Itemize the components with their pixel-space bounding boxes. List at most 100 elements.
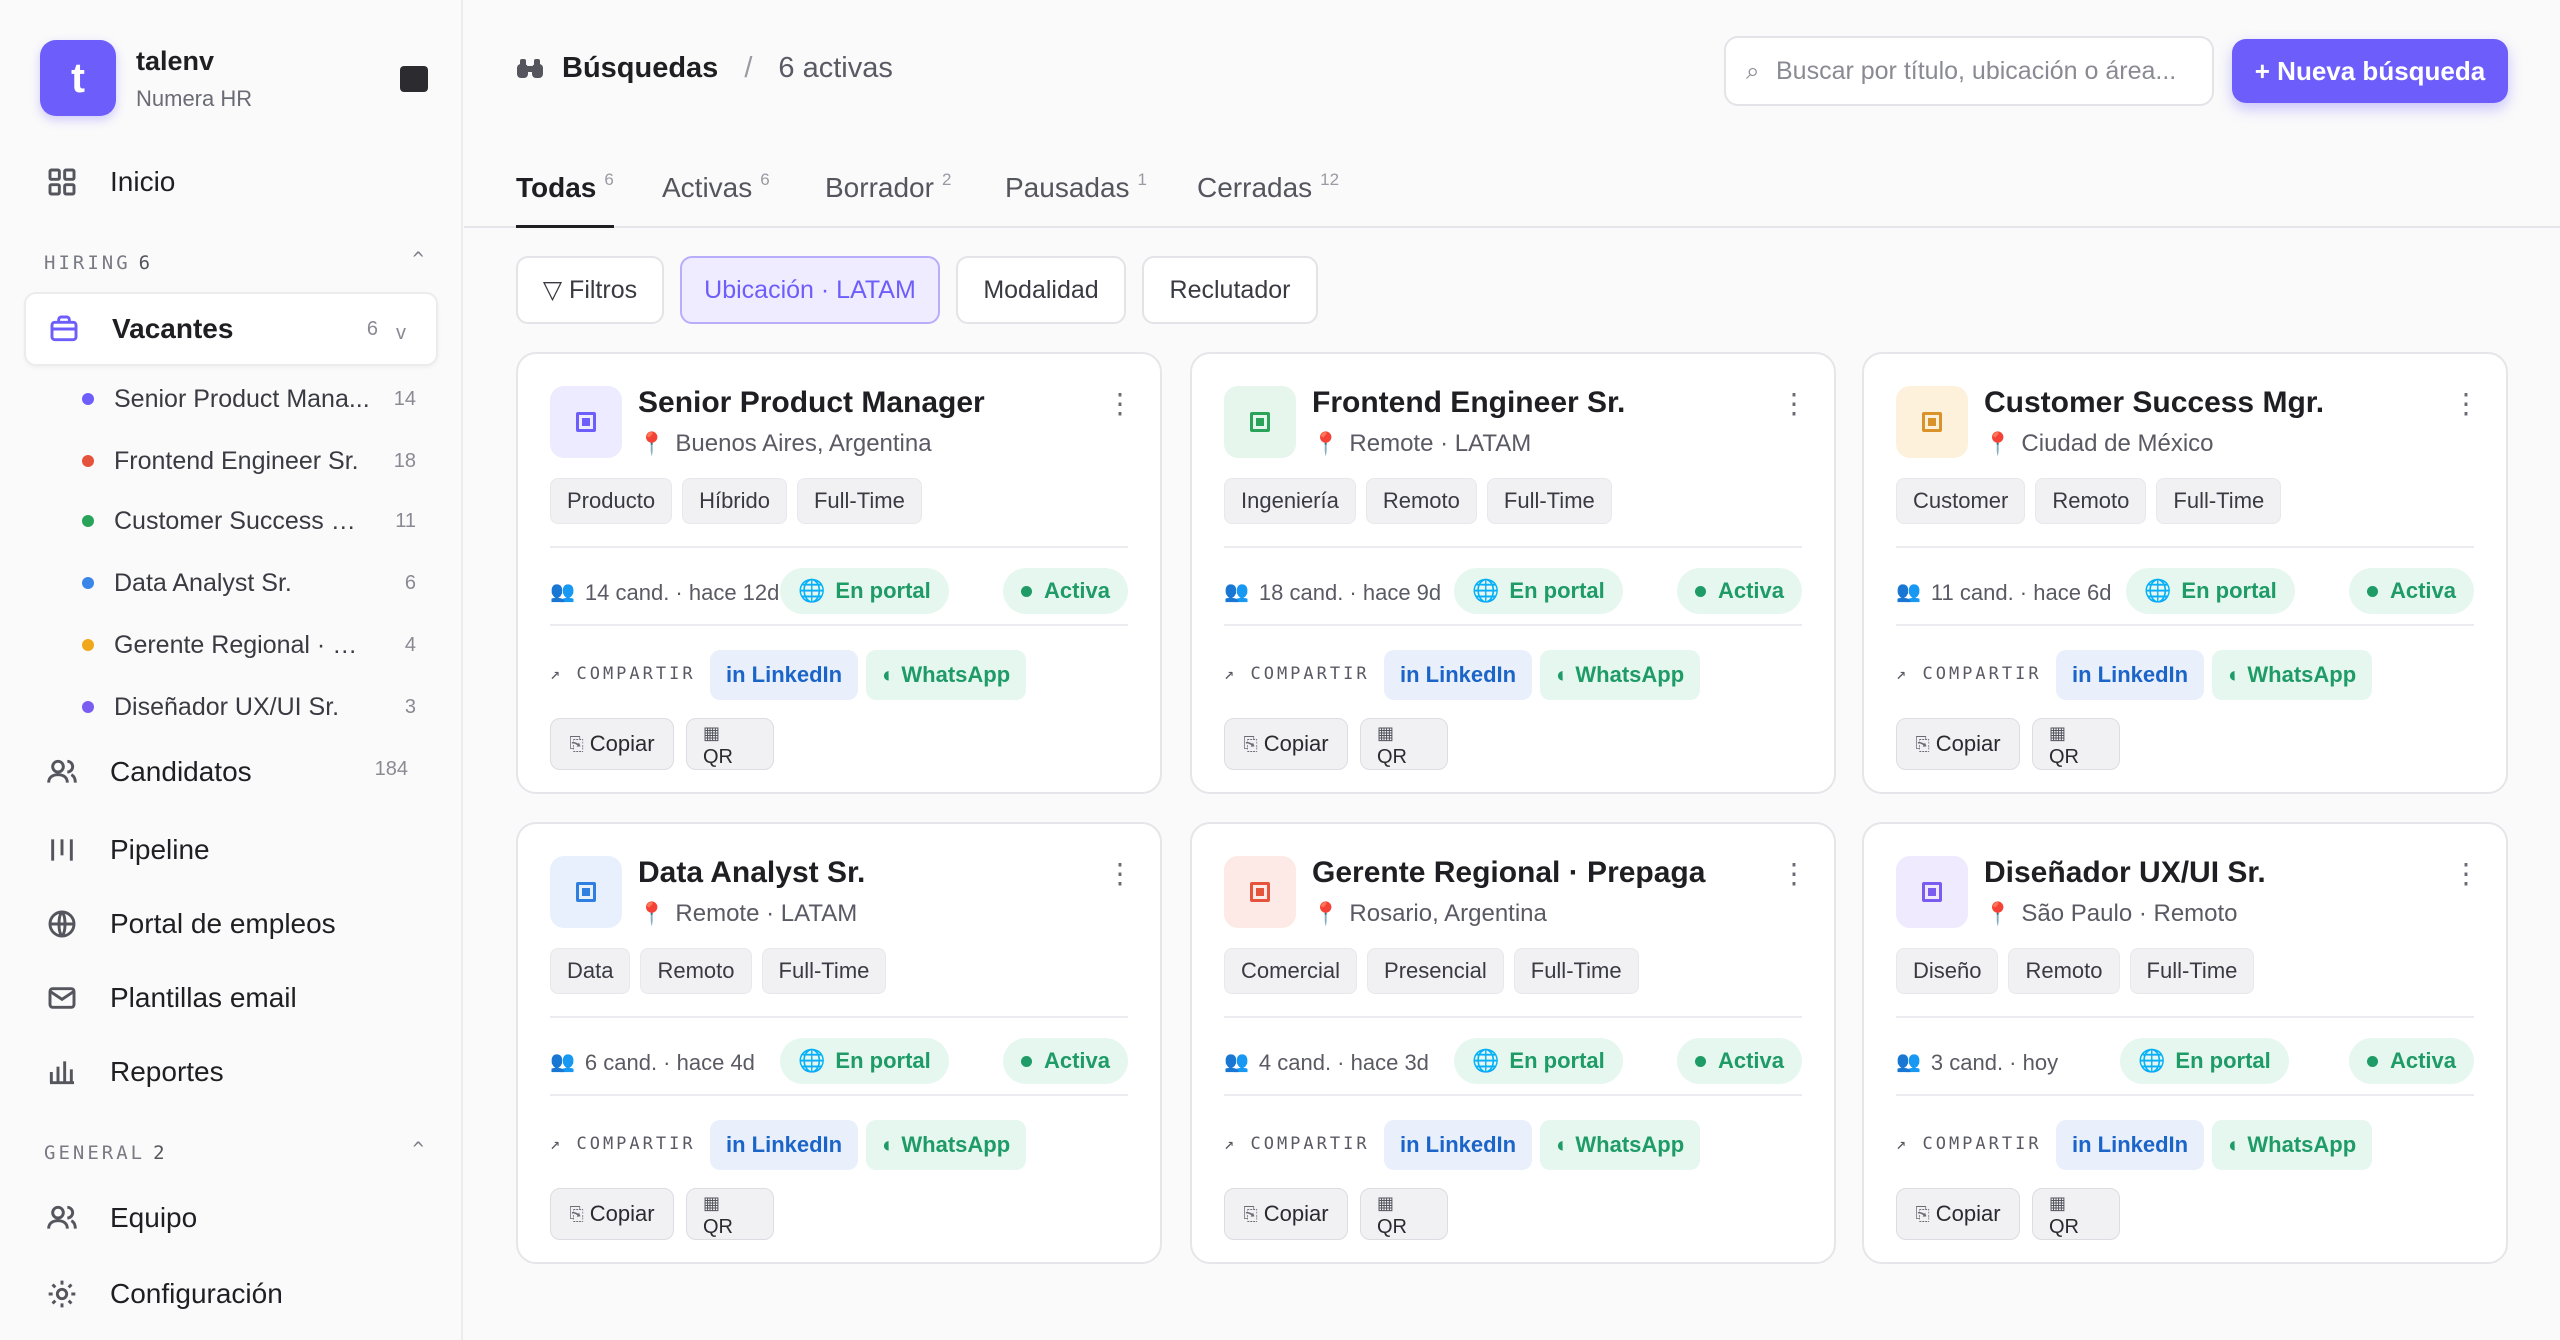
job-card[interactable]: Customer Success Mgr. 📍 Ciudad de México ⋮ C… — [1862, 352, 2508, 794]
copy-link-button[interactable]: ⎘ Copiar — [1896, 718, 2020, 770]
share-whatsapp-button[interactable]: ◐ WhatsApp — [866, 650, 1027, 700]
divider — [1896, 1094, 2474, 1096]
share-linkedin-button[interactable]: in LinkedIn — [2056, 1120, 2205, 1170]
job-tag: Data — [550, 948, 631, 994]
sidebar-item-label: Reportes — [110, 1056, 224, 1087]
tab-cerradas[interactable]: Cerradas 12 — [1197, 170, 1339, 228]
sidebar-item-pipeline[interactable]: Pipeline — [24, 818, 438, 882]
more-options-icon[interactable]: ⋮ — [1780, 390, 1808, 418]
chevron-down-icon[interactable]: v — [396, 322, 406, 345]
sidebar-vacancy-item[interactable]: Data Analyst Sr. 6 — [82, 558, 422, 608]
sidebar-item-vacantes[interactable]: Vacantes 6 v — [24, 292, 438, 366]
sidebar-item-configuracion[interactable]: Configuración — [24, 1262, 438, 1326]
workspace-switcher[interactable]: t talenv Numera HR — [40, 40, 428, 118]
status-badge: Activa — [1676, 568, 1802, 614]
qr-button[interactable]: ▦ QR — [1360, 718, 1448, 770]
qr-button[interactable]: ▦ QR — [686, 1188, 774, 1240]
share-label: ↗ COMPARTIR — [1896, 664, 2042, 684]
more-options-icon[interactable]: ⋮ — [1106, 860, 1134, 888]
status-label: Activa — [2389, 578, 2456, 603]
section-general[interactable]: GENERAL 2 ^ — [44, 1138, 424, 1164]
job-card[interactable]: Diseñador UX/UI Sr. 📍 São Paulo · Remoto ⋮ D… — [1862, 822, 2508, 1264]
copy-link-button[interactable]: ⎘ Copiar — [550, 718, 674, 770]
filters-button[interactable]: ▽ Filtros — [516, 256, 664, 324]
job-title[interactable]: Data Analyst Sr. — [638, 856, 865, 890]
share-whatsapp-button[interactable]: ◐ WhatsApp — [2212, 650, 2373, 700]
share-linkedin-button[interactable]: in LinkedIn — [1384, 1120, 1533, 1170]
job-card[interactable]: Data Analyst Sr. 📍 Remote · LATAM ⋮ Data Remo… — [516, 822, 1162, 1264]
copy-label: Copiar — [1263, 731, 1329, 756]
tab-activas[interactable]: Activas 6 — [662, 170, 770, 228]
job-title[interactable]: Diseñador UX/UI Sr. — [1984, 856, 2266, 890]
sidebar-item-inicio[interactable]: Inicio — [24, 150, 438, 214]
sidebar-item-plantillas[interactable]: Plantillas email — [24, 966, 438, 1030]
tab-pausadas[interactable]: Pausadas 1 — [1005, 170, 1147, 228]
job-title[interactable]: Senior Product Manager — [638, 386, 985, 420]
sidebar-vacancy-item[interactable]: Senior Product Mana... 14 — [82, 374, 422, 424]
sidebar-vacancy-item[interactable]: Frontend Engineer Sr. 18 — [82, 436, 422, 486]
section-count: 2 — [153, 1142, 168, 1164]
share-whatsapp-button[interactable]: ◐ WhatsApp — [2212, 1120, 2373, 1170]
chevron-up-icon[interactable]: ^ — [413, 248, 424, 270]
job-card[interactable]: Gerente Regional · Prepaga 📍 Rosario, Arge… — [1190, 822, 1836, 1264]
job-title[interactable]: Customer Success Mgr. — [1984, 386, 2324, 420]
search-input[interactable] — [1724, 36, 2214, 106]
status-label: Activa — [1043, 578, 1110, 603]
qr-button[interactable]: ▦ QR — [2032, 718, 2120, 770]
tab-label: Todas — [516, 172, 597, 203]
job-title[interactable]: Gerente Regional · Prepaga — [1312, 856, 1705, 890]
qr-button[interactable]: ▦ QR — [686, 718, 774, 770]
sidebar-vacancy-item[interactable]: Diseñador UX/UI Sr. 3 — [82, 682, 422, 732]
job-card[interactable]: Frontend Engineer Sr. 📍 Remote · LATAM ⋮ Ing… — [1190, 352, 1836, 794]
copy-icon: ⎘ — [1243, 1203, 1258, 1224]
job-tag: Customer — [1896, 478, 2026, 524]
share-whatsapp-button[interactable]: ◐ WhatsApp — [1540, 1120, 1701, 1170]
more-options-icon[interactable]: ⋮ — [1106, 390, 1134, 418]
portal-label: En portal — [2175, 1048, 2271, 1073]
status-dot-icon — [82, 639, 94, 651]
more-options-icon[interactable]: ⋮ — [2452, 390, 2480, 418]
portal-label: En portal — [835, 1048, 931, 1073]
filter-modalidad[interactable]: Modalidad — [956, 256, 1126, 324]
copy-icon: ⎘ — [569, 1203, 584, 1224]
share-linkedin-button[interactable]: in LinkedIn — [710, 650, 859, 700]
people-icon: 👥 — [550, 1051, 575, 1073]
new-search-button[interactable]: + Nueva búsqueda — [2232, 39, 2508, 103]
more-options-icon[interactable]: ⋮ — [1780, 860, 1808, 888]
copy-link-button[interactable]: ⎘ Copiar — [1224, 1188, 1348, 1240]
sidebar-toggle-icon[interactable] — [400, 66, 428, 92]
copy-link-button[interactable]: ⎘ Copiar — [550, 1188, 674, 1240]
sidebar-vacancy-item[interactable]: Gerente Regional · Pre... 4 — [82, 620, 422, 670]
breadcrumb: Búsquedas / 6 activas — [516, 52, 893, 85]
sidebar-vacancy-item[interactable]: Customer Success Mgr. 11 — [82, 496, 422, 546]
tab-borrador[interactable]: Borrador 2 — [825, 170, 951, 228]
qr-button[interactable]: ▦ QR — [2032, 1188, 2120, 1240]
vacancy-count: 14 — [393, 387, 416, 410]
section-hiring[interactable]: HIRING 6 ^ — [44, 248, 424, 274]
job-card[interactable]: Senior Product Manager 📍 Buenos Aires, Arg… — [516, 352, 1162, 794]
sidebar-item-candidatos[interactable]: Candidatos 184 — [24, 740, 438, 804]
share-linkedin-button[interactable]: in LinkedIn — [2056, 650, 2205, 700]
people-icon: 👥 — [1224, 1051, 1249, 1073]
job-meta-text: 11 cand. · hace 6d — [1930, 580, 2112, 605]
copy-link-button[interactable]: ⎘ Copiar — [1896, 1188, 2020, 1240]
share-whatsapp-button[interactable]: ◐ WhatsApp — [866, 1120, 1027, 1170]
sidebar-item-equipo[interactable]: Equipo — [24, 1186, 438, 1250]
tab-count: 12 — [1320, 170, 1340, 189]
share-linkedin-button[interactable]: in LinkedIn — [1384, 650, 1533, 700]
share-whatsapp-button[interactable]: ◐ WhatsApp — [1540, 650, 1701, 700]
sidebar-item-portal[interactable]: Portal de empleos — [24, 892, 438, 956]
tab-todas[interactable]: Todas 6 — [516, 170, 614, 228]
portal-label: En portal — [1509, 578, 1605, 603]
job-title[interactable]: Frontend Engineer Sr. — [1312, 386, 1625, 420]
more-options-icon[interactable]: ⋮ — [2452, 860, 2480, 888]
sidebar-item-reportes[interactable]: Reportes — [24, 1040, 438, 1104]
share-linkedin-button[interactable]: in LinkedIn — [710, 1120, 859, 1170]
filter-reclutador[interactable]: Reclutador — [1142, 256, 1318, 324]
qr-button[interactable]: ▦ QR — [1360, 1188, 1448, 1240]
chevron-up-icon[interactable]: ^ — [413, 1138, 424, 1160]
briefcase-icon — [46, 311, 82, 347]
qr-label: QR — [1377, 1216, 1407, 1238]
filter-ubicacion[interactable]: Ubicación · LATAM — [680, 256, 940, 324]
copy-link-button[interactable]: ⎘ Copiar — [1224, 718, 1348, 770]
